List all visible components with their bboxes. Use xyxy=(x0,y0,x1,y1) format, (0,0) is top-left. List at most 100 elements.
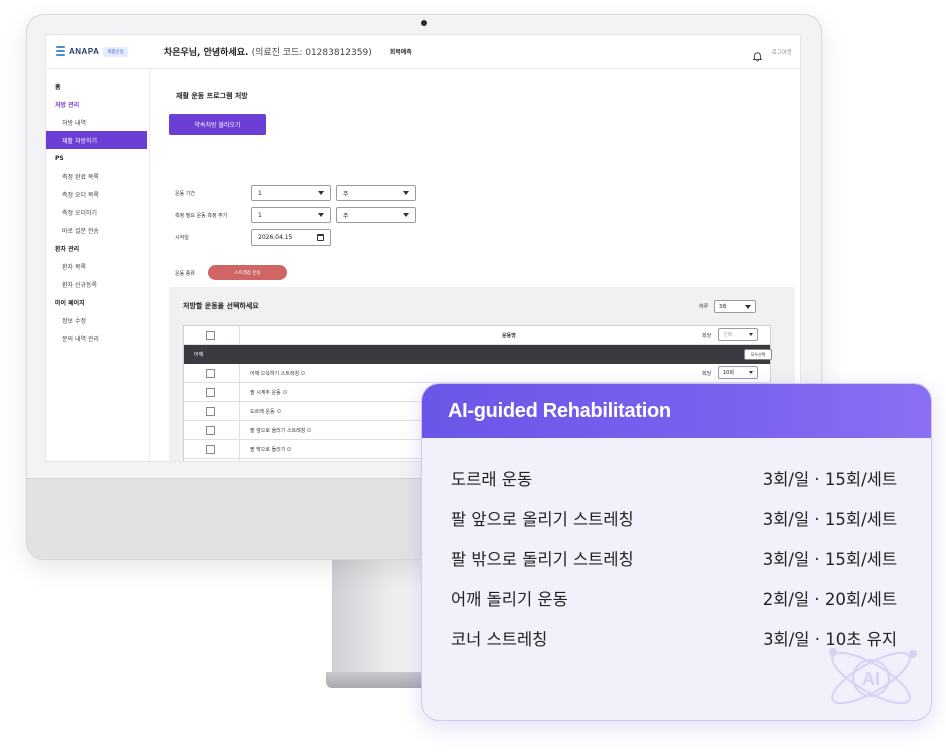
chevron-down-icon xyxy=(318,213,324,217)
exercise-name-text: 팔 밖으로 돌리기 xyxy=(250,446,286,453)
table-header-row: 운동명 회당 선택 xyxy=(184,326,770,345)
ai-recommendation-item: 도르래 운동 3회/일 · 15회/세트 xyxy=(451,458,897,498)
ai-exercise-dose: 3회/일 · 15회/세트 xyxy=(762,510,897,529)
reps-value: 10회 xyxy=(723,370,734,376)
ai-card-title: AI-guided Rehabilitation xyxy=(448,399,671,422)
sidebar-item[interactable]: 문의 내역 관리 xyxy=(46,329,149,347)
sidebar-item[interactable]: 처방 내역 xyxy=(46,113,149,131)
sidebar-item[interactable]: 측정 오더 목록 xyxy=(46,185,149,203)
sidebar-item[interactable]: 처방 관리 xyxy=(46,95,149,113)
info-icon[interactable] xyxy=(282,390,287,394)
exercise-name: 팔 밖으로 돌리기 xyxy=(250,446,292,453)
exercise-name-text: 팔 시계추 운동 xyxy=(250,389,281,396)
ai-recommendation-item: 팔 앞으로 올리기 스트레칭 3회/일 · 15회/세트 xyxy=(451,498,897,538)
clinic-code: (의료진 코드: 01283812359) xyxy=(251,48,372,58)
period-unit-value: 주 xyxy=(343,190,349,198)
exercise-name: 어깨 으쓱하기 스트레칭 xyxy=(250,370,306,377)
chevron-down-icon xyxy=(749,371,753,374)
chevron-down-icon xyxy=(318,191,324,195)
group-name: 어깨 xyxy=(194,352,204,358)
period-select[interactable]: 1 xyxy=(251,185,331,201)
exercise-name: 도르래 운동 xyxy=(250,408,281,415)
ai-recommendation-item: 팔 밖으로 돌리기 스트레칭 3회/일 · 15회/세트 xyxy=(451,538,897,578)
column-divider xyxy=(239,440,240,458)
cycle-unit-select[interactable]: 주 xyxy=(336,207,416,223)
row-checkbox[interactable] xyxy=(206,388,215,397)
exercise-type-tag[interactable]: 스트레칭 운동 xyxy=(208,265,287,280)
exercise-name-text: 도르래 운동 xyxy=(250,408,275,415)
per-day-select[interactable]: 3회 xyxy=(714,300,756,313)
start-date-value: 2026.04.15 xyxy=(258,234,293,241)
start-date-input[interactable]: 2026.04.15 xyxy=(251,229,331,246)
ai-emblem-text: AI xyxy=(862,669,880,689)
select-all-group-button[interactable]: 모두선택 xyxy=(744,349,772,360)
column-divider xyxy=(239,402,240,420)
sidebar-item[interactable]: 측정 오더하기 xyxy=(46,203,149,221)
info-icon[interactable] xyxy=(276,409,281,413)
nav-recovery-prediction[interactable]: 회복예측 xyxy=(390,47,412,56)
row-checkbox[interactable] xyxy=(206,445,215,454)
ai-recommendation-list: 도르래 운동 3회/일 · 15회/세트 팔 앞으로 올리기 스트레칭 3회/일 · … xyxy=(422,438,931,658)
load-prescription-button[interactable]: 약속처방 불러오기 xyxy=(169,114,266,135)
chevron-down-icon xyxy=(403,191,409,195)
sidebar-item[interactable]: 마이 페이지 xyxy=(46,293,149,311)
period-label: 운동 기간 xyxy=(175,191,195,197)
stage: ANAPA 재활운동 차은우님, 안녕하세요. (의료진 코드: 0128381… xyxy=(0,0,946,754)
ai-rehab-card: AI-guided Rehabilitation 도르래 운동 3회/일 · 15… xyxy=(421,383,932,721)
bell-icon[interactable] xyxy=(752,47,763,61)
column-divider xyxy=(239,383,240,401)
cycle-value: 1 xyxy=(258,211,262,219)
sidebar: 홈 처방 관리 처방 내역 재활 처방하기 PS 측정 완료 목록 측정 오더 목록 측정 오… xyxy=(46,69,150,461)
sidebar-item[interactable]: PS xyxy=(46,149,149,167)
period-unit-select[interactable]: 주 xyxy=(336,185,416,201)
logo-text[interactable]: ANAPA xyxy=(69,47,99,56)
logout-link[interactable]: 로그아웃 xyxy=(772,48,792,56)
cycle-select[interactable]: 1 xyxy=(251,207,331,223)
column-divider xyxy=(239,421,240,439)
row-checkbox[interactable] xyxy=(206,369,215,378)
column-divider xyxy=(239,459,240,461)
info-icon[interactable] xyxy=(301,371,306,375)
per-day-label: 하루 xyxy=(699,304,709,310)
camera-icon xyxy=(421,20,427,26)
exercise-name: 팔 앞으로 올리기 스트레칭 xyxy=(250,427,312,434)
sidebar-item[interactable]: 측정 완료 목록 xyxy=(46,167,149,185)
select-all-checkbox[interactable] xyxy=(206,331,215,340)
sidebar-item[interactable]: 환자 목록 xyxy=(46,257,149,275)
ai-exercise-dose: 2회/일 · 20회/세트 xyxy=(762,590,897,609)
reps-select[interactable]: 10회 xyxy=(718,366,758,379)
ai-exercise-dose: 3회/일 · 15회/세트 xyxy=(762,470,897,489)
page-title: 재활 운동 프로그램 처방 xyxy=(176,92,248,100)
row-checkbox[interactable] xyxy=(206,407,215,416)
chevron-down-icon xyxy=(745,305,751,309)
sidebar-item[interactable]: 환자 신규등록 xyxy=(46,275,149,293)
sidebar-item[interactable]: 환자 관리 xyxy=(46,239,149,257)
exercise-type-label: 운동 종류 xyxy=(175,271,195,277)
info-icon[interactable] xyxy=(287,447,292,451)
ai-recommendation-item: 어깨 돌리기 운동 2회/일 · 20회/세트 xyxy=(451,578,897,618)
per-day-value: 3회 xyxy=(719,304,727,310)
column-header-unit: 회당 xyxy=(702,332,712,339)
row-checkbox[interactable] xyxy=(206,426,215,435)
logo-badge: 재활운동 xyxy=(103,46,128,57)
sidebar-item[interactable]: 홈 xyxy=(46,77,149,95)
cycle-unit-value: 주 xyxy=(343,212,349,220)
sidebar-item[interactable]: 재활 처방하기 xyxy=(46,131,147,149)
ai-exercise-name: 팔 앞으로 올리기 스트레칭 xyxy=(451,510,634,529)
ai-atom-icon: AI xyxy=(829,648,917,705)
ai-exercise-name: 도르래 운동 xyxy=(451,470,533,489)
reps-unit-label: 회당 xyxy=(702,370,712,377)
greeting-text: 차은우님, 안녕하세요. xyxy=(163,48,249,58)
exercise-name-text: 팔 앞으로 올리기 스트레칭 xyxy=(250,427,306,434)
info-icon[interactable] xyxy=(307,428,312,432)
ai-exercise-name: 어깨 돌리기 운동 xyxy=(451,590,568,609)
period-value: 1 xyxy=(258,189,262,197)
sidebar-item[interactable]: 바로 설문 전송 xyxy=(46,221,149,239)
group-row-shoulder: 어깨 모두선택 xyxy=(184,345,772,364)
ai-exercise-name: 팔 밖으로 돌리기 스트레칭 xyxy=(451,550,634,569)
calendar-icon[interactable] xyxy=(317,234,324,241)
start-date-label: 시작일 xyxy=(175,235,189,241)
header-reps-select: 선택 xyxy=(718,328,758,341)
sidebar-item[interactable]: 정보 수정 xyxy=(46,311,149,329)
ai-exercise-name: 코너 스트레칭 xyxy=(451,630,548,649)
